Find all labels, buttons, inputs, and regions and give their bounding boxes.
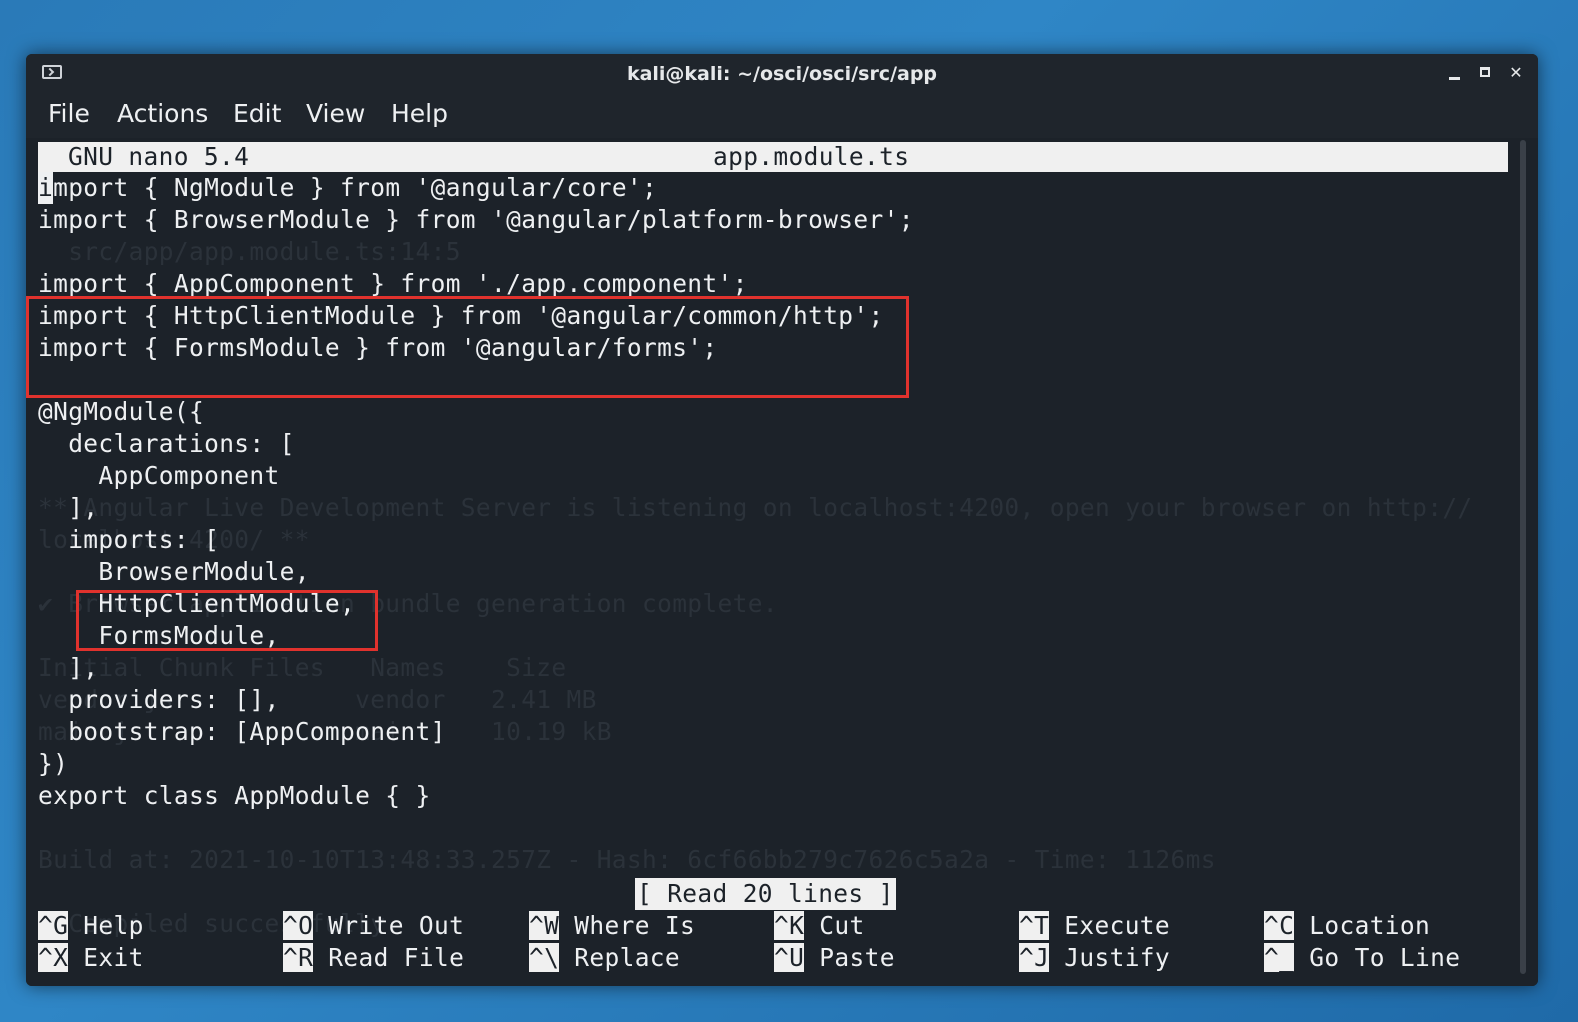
nano-filename: app.module.ts: [713, 142, 910, 171]
title-bar[interactable]: kali@kali: ~/osci/osci/src/app ✕: [26, 54, 1538, 94]
shortcut-key: ^J: [1019, 943, 1050, 972]
shortcut-exit[interactable]: ^X Exit: [38, 942, 144, 974]
highlight-box-modules: [76, 590, 378, 651]
code-line: import { NgModule } from '@angular/core'…: [38, 172, 658, 204]
window-title: kali@kali: ~/osci/osci/src/app: [626, 63, 938, 85]
shortcut-label: Write Out: [313, 911, 465, 940]
shortcut-go-to-line[interactable]: ^_ Go To Line: [1264, 942, 1460, 974]
code-line: }): [38, 749, 69, 778]
minimize-icon[interactable]: [1444, 62, 1466, 84]
shortcut-justify[interactable]: ^J Justify: [1019, 942, 1170, 974]
nano-header: GNU nano 5.4 app.module.ts: [38, 142, 1508, 172]
menu-file[interactable]: File: [48, 99, 90, 128]
code-line: imports: [: [38, 525, 220, 554]
shortcut-label: Paste: [804, 943, 895, 972]
terminal-window: kali@kali: ~/osci/osci/src/app ✕ File Ac…: [26, 54, 1538, 986]
shortcut-label: Go To Line: [1294, 943, 1461, 972]
menu-actions[interactable]: Actions: [117, 99, 208, 128]
shortcut-label: Replace: [559, 943, 681, 972]
shortcut-read-file[interactable]: ^R Read File: [283, 942, 464, 974]
code-line: bootstrap: [AppComponent]: [38, 717, 446, 746]
maximize-icon[interactable]: [1475, 62, 1497, 84]
text-cursor: i: [38, 172, 54, 204]
nano-version: GNU nano 5.4: [68, 142, 250, 171]
shortcut-label: Where Is: [559, 911, 696, 940]
shortcut-key: ^O: [283, 911, 314, 940]
shortcut-where-is[interactable]: ^W Where Is: [529, 910, 695, 942]
shortcut-execute[interactable]: ^T Execute: [1019, 910, 1170, 942]
shortcut-key: ^W: [529, 911, 560, 940]
code-line: AppComponent: [38, 461, 280, 490]
shortcut-cut[interactable]: ^K Cut: [774, 910, 865, 942]
shortcut-key: ^_: [1264, 943, 1295, 972]
highlight-box-imports: [26, 296, 909, 398]
code-line: @NgModule({: [38, 397, 205, 426]
shortcut-write-out[interactable]: ^O Write Out: [283, 910, 464, 942]
code-line: import { BrowserModule } from '@angular/…: [38, 205, 914, 234]
shortcut-key: ^U: [774, 943, 805, 972]
shortcut-key: ^R: [283, 943, 314, 972]
code-line: BrowserModule,: [38, 557, 310, 586]
background-output-line: Initial Chunk Files Names Size: [38, 653, 567, 682]
background-output-line: Build at: 2021-10-10T13:48:33.257Z - Has…: [38, 845, 1216, 874]
shortcut-help[interactable]: ^G Help: [38, 910, 144, 942]
shortcut-replace[interactable]: ^\ Replace: [529, 942, 680, 974]
shortcut-label: Help: [68, 911, 144, 940]
background-output-line: src/app/app.module.ts:14:5: [38, 237, 461, 266]
menu-help[interactable]: Help: [391, 99, 448, 128]
close-icon[interactable]: ✕: [1505, 62, 1527, 84]
shortcut-label: Exit: [68, 943, 144, 972]
code-line: export class AppModule { }: [38, 781, 431, 810]
code-line: ],: [38, 493, 99, 522]
shortcut-key: ^G: [38, 911, 69, 940]
shortcut-key: ^X: [38, 943, 69, 972]
scrollbar[interactable]: [1520, 140, 1526, 974]
menu-edit[interactable]: Edit: [233, 99, 281, 128]
code-line: declarations: [: [38, 429, 295, 458]
shortcut-key: ^K: [774, 911, 805, 940]
status-message: [ Read 20 lines ]: [635, 878, 896, 910]
shortcut-label: Location: [1294, 911, 1431, 940]
shortcut-label: Justify: [1049, 943, 1171, 972]
shortcut-label: Cut: [804, 911, 865, 940]
shortcut-label: Execute: [1049, 911, 1171, 940]
shortcut-paste[interactable]: ^U Paste: [774, 942, 895, 974]
shortcut-label: Read File: [313, 943, 465, 972]
shortcut-key: ^\: [529, 943, 560, 972]
menu-bar: File Actions Edit View Help: [26, 94, 1538, 138]
shortcut-key: ^C: [1264, 911, 1295, 940]
menu-view[interactable]: View: [306, 99, 365, 128]
shortcut-key: ^T: [1019, 911, 1050, 940]
code-line: providers: [],: [38, 685, 280, 714]
code-line: ],: [38, 653, 99, 682]
shortcut-location[interactable]: ^C Location: [1264, 910, 1430, 942]
background-output-line: ** Angular Live Development Server is li…: [38, 493, 1473, 522]
